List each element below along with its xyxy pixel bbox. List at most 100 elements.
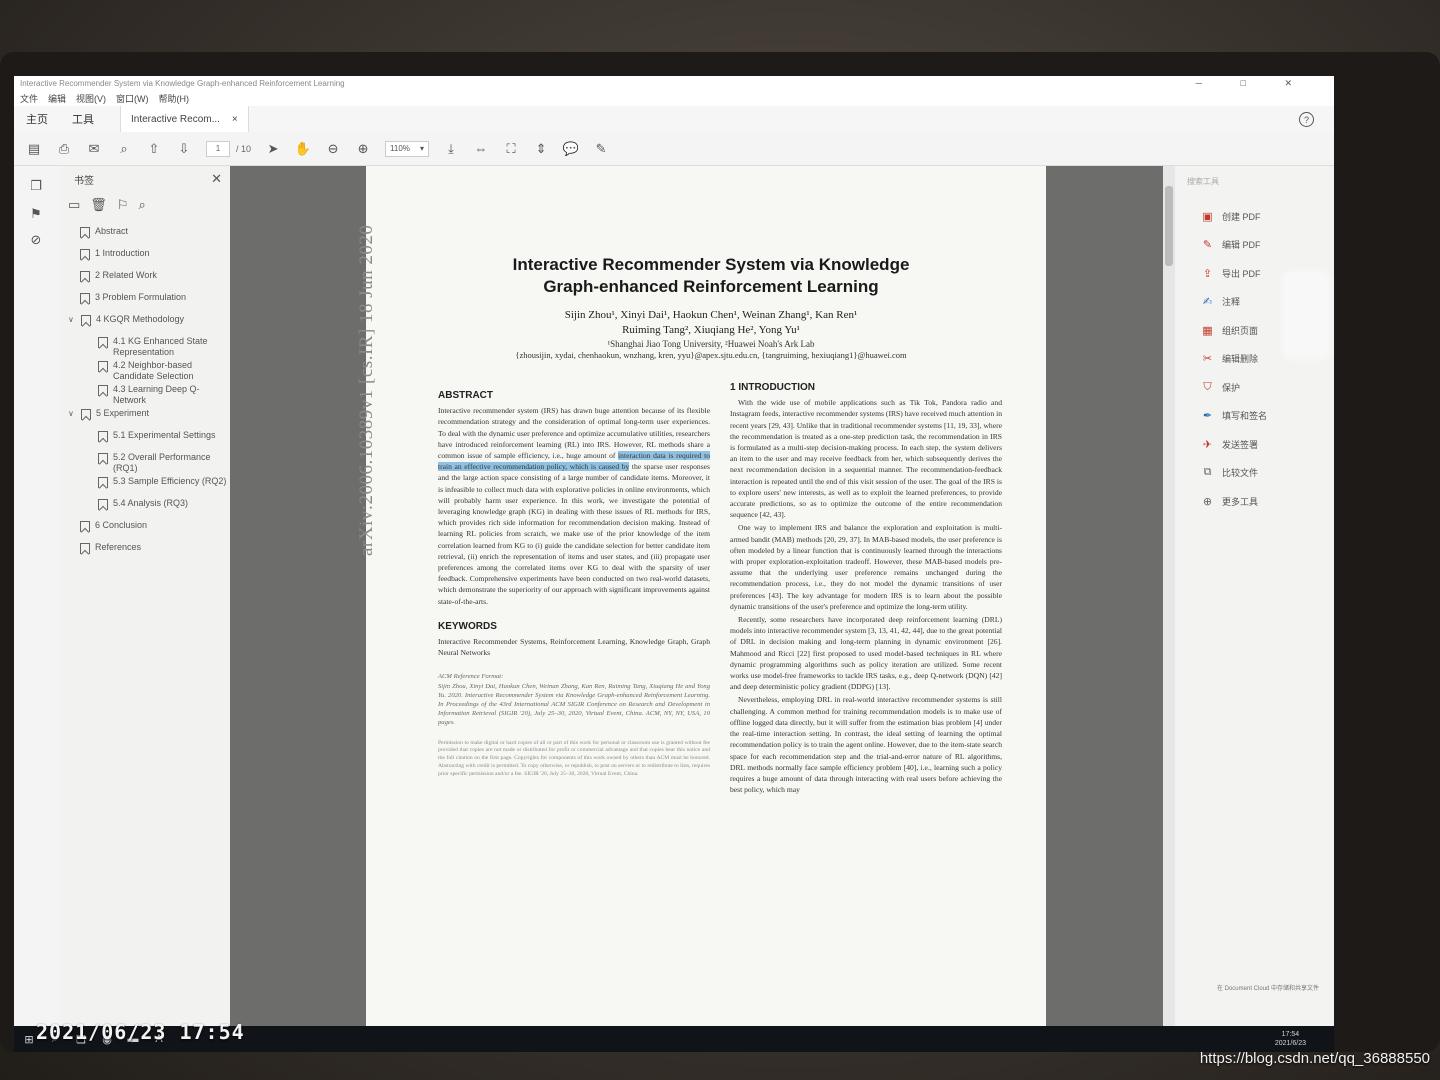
- tool-item[interactable]: ⛉ 保护: [1201, 373, 1334, 402]
- window-controls[interactable]: ─ □ ✕: [1196, 78, 1310, 89]
- tool-item[interactable]: ▣ 创建 PDF: [1201, 202, 1334, 231]
- bookmarks-panel: 书签 ✕ ▭ 🗑 ⚐ ⌕ Abstract 1 Introduction 2 Rel…: [60, 166, 231, 1026]
- introduction-heading: 1 INTRODUCTION: [730, 382, 815, 393]
- tool-label: 编辑 PDF: [1222, 240, 1261, 251]
- bookmark-item[interactable]: 5.4 Analysis (RQ3): [60, 496, 230, 518]
- bookmark-item[interactable]: 5.1 Experimental Settings: [60, 428, 230, 450]
- left-navigation-rail: ❐ ⚑ ⊘: [14, 166, 61, 1026]
- zoom-in-icon[interactable]: ⊕: [355, 141, 371, 157]
- bookmarks-list: Abstract 1 Introduction 2 Related Work 3 Pr…: [60, 224, 230, 562]
- bookmark-label: 4.3 Learning Deep Q-Network: [113, 384, 200, 405]
- zoom-value: 110%: [390, 144, 410, 153]
- page-down-icon[interactable]: ⇩: [176, 141, 192, 157]
- page-number-input[interactable]: 1: [206, 140, 230, 157]
- intro-paragraph-2: One way to implement IRS and balance the…: [730, 523, 1002, 611]
- delete-icon[interactable]: 🗑: [90, 197, 107, 213]
- bookmark-icon: [98, 385, 108, 396]
- tab-document[interactable]: Interactive Recom... ×: [120, 106, 249, 132]
- search-icon[interactable]: ⌕: [116, 141, 132, 157]
- bookmark-item[interactable]: Abstract: [60, 224, 230, 246]
- bookmark-item[interactable]: 6 Conclusion: [60, 518, 230, 540]
- expand-caret-icon[interactable]: ∨: [68, 408, 76, 419]
- main-toolbar: ▤ ⎙ ✉ ⌕ ⇧ ⇩ 1 / 10 ➤ ✋ ⊖ ⊕ 110% ▾ ⤓ ⇔ ⛶ …: [14, 132, 1334, 166]
- paper-title-line-1: Interactive Recommender System via Knowl…: [512, 255, 910, 274]
- bookmark-icon: [80, 543, 90, 554]
- tool-item[interactable]: ⧉ 比较文件: [1201, 459, 1334, 488]
- fit-width-icon[interactable]: ⇔: [473, 141, 489, 157]
- bookmark-label: 4.1 KG Enhanced State Representation: [113, 336, 208, 357]
- bookmark-item[interactable]: References: [60, 540, 230, 562]
- bookmark-item[interactable]: 5.2 Overall Performance (RQ1): [60, 450, 230, 474]
- bookmark-item[interactable]: ∨ 4 KGQR Methodology: [60, 312, 230, 334]
- tab-tools[interactable]: 工具: [60, 111, 106, 127]
- comment-tool-icon[interactable]: 💬: [563, 141, 579, 157]
- bookmarks-panel-icon[interactable]: ⚑: [28, 206, 44, 222]
- tools-search[interactable]: 搜索工具: [1187, 176, 1322, 192]
- fit-page-icon[interactable]: ⤓: [443, 141, 459, 157]
- bookmark-item[interactable]: 5.3 Sample Efficiency (RQ2): [60, 474, 230, 496]
- menu-edit[interactable]: 编辑: [48, 92, 66, 105]
- zoom-select[interactable]: 110% ▾: [385, 140, 430, 157]
- photo-timestamp: 2021/06/23 17:54: [36, 1020, 245, 1044]
- bookmark-item[interactable]: 4.3 Learning Deep Q-Network: [60, 382, 230, 406]
- scroll-mode-icon[interactable]: ⇕: [533, 141, 549, 157]
- bookmark-icon: [80, 227, 90, 238]
- system-clock[interactable]: 17:54 2021/6/23: [1275, 1030, 1306, 1048]
- abstract-text: Interactive recommender system (IRS) has…: [438, 405, 711, 607]
- bookmark-icon: [81, 409, 91, 420]
- tab-home[interactable]: 主页: [14, 111, 60, 127]
- expand-caret-icon[interactable]: ∨: [68, 314, 76, 325]
- print-icon[interactable]: ⎙: [56, 141, 72, 157]
- bookmark-label: 4 KGQR Methodology: [96, 314, 185, 324]
- tool-label: 发送签署: [1222, 439, 1259, 450]
- sign-icon: ✒: [1202, 410, 1213, 423]
- help-icon[interactable]: ?: [1299, 112, 1314, 127]
- create-icon[interactable]: ▤: [26, 141, 42, 157]
- zoom-out-icon[interactable]: ⊖: [325, 141, 341, 157]
- attachments-panel-icon[interactable]: ⊘: [28, 232, 44, 248]
- tool-label: 比较文件: [1222, 468, 1259, 479]
- tool-label: 更多工具: [1222, 496, 1259, 507]
- bookmark-label: 5.3 Sample Efficiency (RQ2): [113, 476, 227, 486]
- hand-tool-icon[interactable]: ✋: [295, 141, 311, 157]
- document-viewport[interactable]: arXiv:2006.10389v1 [cs.IR] 18 Jun 2020 I…: [230, 166, 1175, 1026]
- bookmark-label: 5.2 Overall Performance (RQ1): [113, 452, 211, 473]
- pdf-export-icon: ⇪: [1202, 267, 1213, 280]
- page-up-icon[interactable]: ⇧: [146, 141, 162, 157]
- bookmark-item[interactable]: 4.1 KG Enhanced State Representation: [60, 334, 230, 358]
- bookmark-label: References: [95, 542, 142, 552]
- bookmark-item[interactable]: 2 Related Work: [60, 268, 230, 290]
- tool-item[interactable]: ✒ 填写和签名: [1201, 402, 1334, 431]
- close-icon[interactable]: ✕: [211, 171, 222, 187]
- bookmark-item[interactable]: ∨ 5 Experiment: [60, 406, 230, 428]
- bookmark-item[interactable]: 3 Problem Formulation: [60, 290, 230, 312]
- page-total: / 10: [236, 143, 252, 154]
- tab-bar: 主页 工具 Interactive Recom... × ?: [14, 106, 1334, 133]
- menu-help[interactable]: 帮助(H): [159, 92, 190, 105]
- bookmark-item[interactable]: 4.2 Neighbor-based Candidate Selection: [60, 358, 230, 382]
- find-bookmark-icon[interactable]: ⌕: [138, 197, 145, 213]
- menu-view[interactable]: 视图(V): [76, 92, 106, 105]
- tool-label: 填写和签名: [1222, 411, 1268, 422]
- full-screen-icon[interactable]: ⛶: [503, 141, 519, 157]
- select-cursor-icon[interactable]: ➤: [265, 141, 281, 157]
- pen-tool-icon[interactable]: ✎: [593, 141, 609, 157]
- pages-panel-icon[interactable]: ❐: [28, 178, 44, 194]
- new-bookmark-icon[interactable]: ⚐: [117, 197, 129, 213]
- start-menu-icon[interactable]: ⊞: [22, 1032, 36, 1046]
- menu-window[interactable]: 窗口(W): [116, 92, 149, 105]
- intro-paragraph-3: Recently, some researchers have incorpor…: [730, 615, 1002, 692]
- vertical-scrollbar[interactable]: [1163, 166, 1175, 1026]
- tool-label: 注释: [1222, 297, 1241, 308]
- mail-icon[interactable]: ✉: [86, 141, 102, 157]
- tool-item[interactable]: ⊕ 更多工具: [1201, 487, 1334, 516]
- menu-file[interactable]: 文件: [20, 92, 38, 105]
- bookmarks-header: 书签 ✕: [60, 166, 230, 192]
- tab-close-icon[interactable]: ×: [232, 114, 238, 125]
- tool-item[interactable]: ✈ 发送签署: [1201, 430, 1334, 459]
- scrollbar-thumb[interactable]: [1165, 186, 1173, 266]
- options-icon[interactable]: ▭: [68, 197, 80, 213]
- keywords-heading: KEYWORDS: [438, 620, 497, 632]
- bookmark-item[interactable]: 1 Introduction: [60, 246, 230, 268]
- tool-item[interactable]: ✎ 编辑 PDF: [1201, 231, 1334, 260]
